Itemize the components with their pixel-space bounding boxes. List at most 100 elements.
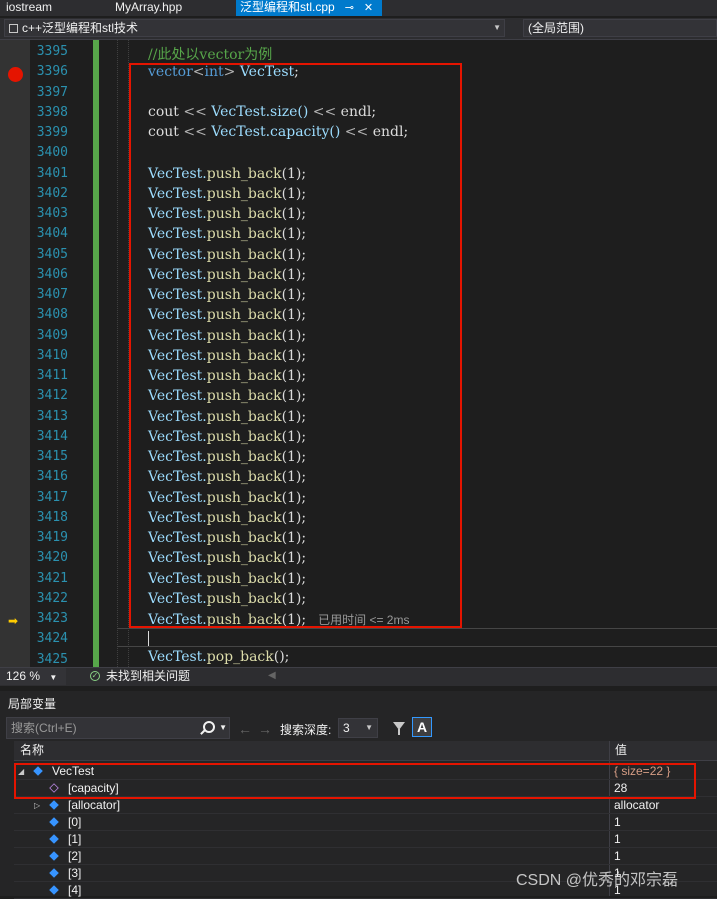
line-number: 3424 xyxy=(36,631,68,646)
search-forward-arrow-icon[interactable]: → xyxy=(258,721,272,737)
line-number: 3401 xyxy=(36,166,68,181)
variable-name: [4] xyxy=(68,883,82,897)
scope-dropdown[interactable]: (全局范围) xyxy=(523,19,717,37)
code-line: //此处以vector为例 xyxy=(148,47,273,63)
close-icon[interactable]: ✕ xyxy=(364,2,373,14)
issues-status[interactable]: 未找到相关问题 xyxy=(106,668,190,685)
variable-icon xyxy=(49,885,59,895)
variable-icon xyxy=(49,817,59,827)
line-number: 3421 xyxy=(36,571,68,586)
tab-iostream[interactable]: iostream xyxy=(6,0,52,16)
line-number: 3405 xyxy=(36,247,68,262)
locals-search-input[interactable]: 搜索(Ctrl+E) ▼ xyxy=(6,717,230,739)
search-icon[interactable] xyxy=(203,721,215,733)
line-number: 3409 xyxy=(36,328,68,343)
zoom-dropdown[interactable]: 126 % ▼ xyxy=(0,668,66,685)
line-number: 3422 xyxy=(36,591,68,606)
line-number: 3412 xyxy=(36,388,68,403)
line-number: 3410 xyxy=(36,348,68,363)
locals-row[interactable]: [0] 1 xyxy=(14,814,717,831)
line-number: 3400 xyxy=(36,145,68,160)
variable-value: allocator xyxy=(614,798,660,812)
line-number: 3397 xyxy=(36,85,68,100)
chevron-down-icon: ▼ xyxy=(365,723,373,732)
locals-grid-header: 名称 值 xyxy=(14,741,717,761)
line-number: 3406 xyxy=(36,267,68,282)
navigation-bar: c++泛型编程和stl技术 ▼ (全局范围) xyxy=(0,18,717,40)
line-number: 3408 xyxy=(36,307,68,322)
locals-title: 局部变量 xyxy=(8,697,57,711)
code-line: VecTest.pop_back(); xyxy=(148,649,290,665)
search-placeholder: 搜索(Ctrl+E) xyxy=(11,721,77,735)
search-depth-label: 搜索深度: xyxy=(280,723,332,737)
expand-arrow-icon[interactable]: ▷ xyxy=(34,797,40,814)
change-tracking-bar xyxy=(93,40,99,667)
editor-status-row: 126 % ▼ ✓ 未找到相关问题 ◀ xyxy=(0,667,717,686)
glyph-margin[interactable] xyxy=(0,40,30,667)
project-icon xyxy=(9,24,18,33)
variable-name: [3] xyxy=(68,866,82,880)
variable-value: 1 xyxy=(614,832,621,846)
variable-icon xyxy=(49,800,59,810)
column-header-name[interactable]: 名称 xyxy=(20,741,44,760)
variable-icon xyxy=(49,851,59,861)
current-statement-arrow-icon: ➡ xyxy=(8,614,19,628)
line-number: 3395 xyxy=(36,44,68,59)
tab-myarray[interactable]: MyArray.hpp xyxy=(115,0,182,16)
current-line-highlight xyxy=(117,628,717,647)
line-number: 3415 xyxy=(36,449,68,464)
pin-icon[interactable]: ⊸ xyxy=(345,2,354,14)
scroll-left-icon[interactable]: ◀ xyxy=(268,670,276,681)
line-number: 3416 xyxy=(36,469,68,484)
locals-row[interactable]: ▷ [allocator] allocator xyxy=(14,797,717,814)
line-number: 3414 xyxy=(36,429,68,444)
line-number: 3420 xyxy=(36,550,68,565)
search-depth-dropdown[interactable]: 3 ▼ xyxy=(338,718,378,738)
line-number: 3419 xyxy=(36,530,68,545)
variable-name: [1] xyxy=(68,832,82,846)
line-number: 3417 xyxy=(36,490,68,505)
line-number: 3399 xyxy=(36,125,68,140)
locals-row[interactable]: [2] 1 xyxy=(14,848,717,865)
line-number: 3413 xyxy=(36,409,68,424)
highlight-box-code xyxy=(129,63,462,628)
search-back-arrow-icon[interactable]: ← xyxy=(238,721,252,737)
tab-label: MyArray.hpp xyxy=(115,0,183,14)
indent-guide xyxy=(117,40,118,667)
search-depth-value: 3 xyxy=(343,721,350,735)
variable-icon xyxy=(49,834,59,844)
check-icon: ✓ xyxy=(90,671,100,681)
document-tab-strip: iostream MyArray.hpp 泛型编程和stl.cpp ⊸ ✕ xyxy=(0,0,717,16)
highlight-box-locals xyxy=(14,763,696,799)
breakpoint-icon[interactable] xyxy=(8,67,23,82)
text-caret xyxy=(148,631,149,646)
zoom-value: 126 % xyxy=(6,669,41,683)
line-number: 3423 xyxy=(36,611,68,626)
line-number: 3404 xyxy=(36,226,68,241)
line-number: 3407 xyxy=(36,287,68,302)
tab-active-file[interactable]: 泛型编程和stl.cpp ⊸ ✕ xyxy=(236,0,382,16)
watermark: CSDN @优秀的邓宗磊 xyxy=(516,872,679,889)
chevron-down-icon: ▼ xyxy=(493,23,501,32)
variable-value: 1 xyxy=(614,849,621,863)
locals-row[interactable]: [1] 1 xyxy=(14,831,717,848)
project-name: c++泛型编程和stl技术 xyxy=(22,21,139,35)
line-number: 3396 xyxy=(36,64,68,79)
variable-value: 1 xyxy=(614,815,621,829)
variable-name: [0] xyxy=(68,815,82,829)
line-number: 3398 xyxy=(36,105,68,120)
variable-name: [allocator] xyxy=(68,798,121,812)
line-number: 3418 xyxy=(36,510,68,525)
chevron-down-icon: ▼ xyxy=(49,673,58,682)
project-dropdown[interactable]: c++泛型编程和stl技术 ▼ xyxy=(4,19,505,37)
tab-label: 泛型编程和stl.cpp xyxy=(240,0,335,14)
variable-name: [2] xyxy=(68,849,82,863)
line-number: 3403 xyxy=(36,206,68,221)
column-header-value[interactable]: 值 xyxy=(615,741,627,760)
scope-name: (全局范围) xyxy=(528,21,584,35)
filter-icon[interactable] xyxy=(393,722,405,735)
chevron-down-icon[interactable]: ▼ xyxy=(219,718,227,738)
font-style-button[interactable]: A xyxy=(412,717,432,737)
line-number: 3411 xyxy=(36,368,68,383)
line-number: 3425 xyxy=(36,652,68,667)
